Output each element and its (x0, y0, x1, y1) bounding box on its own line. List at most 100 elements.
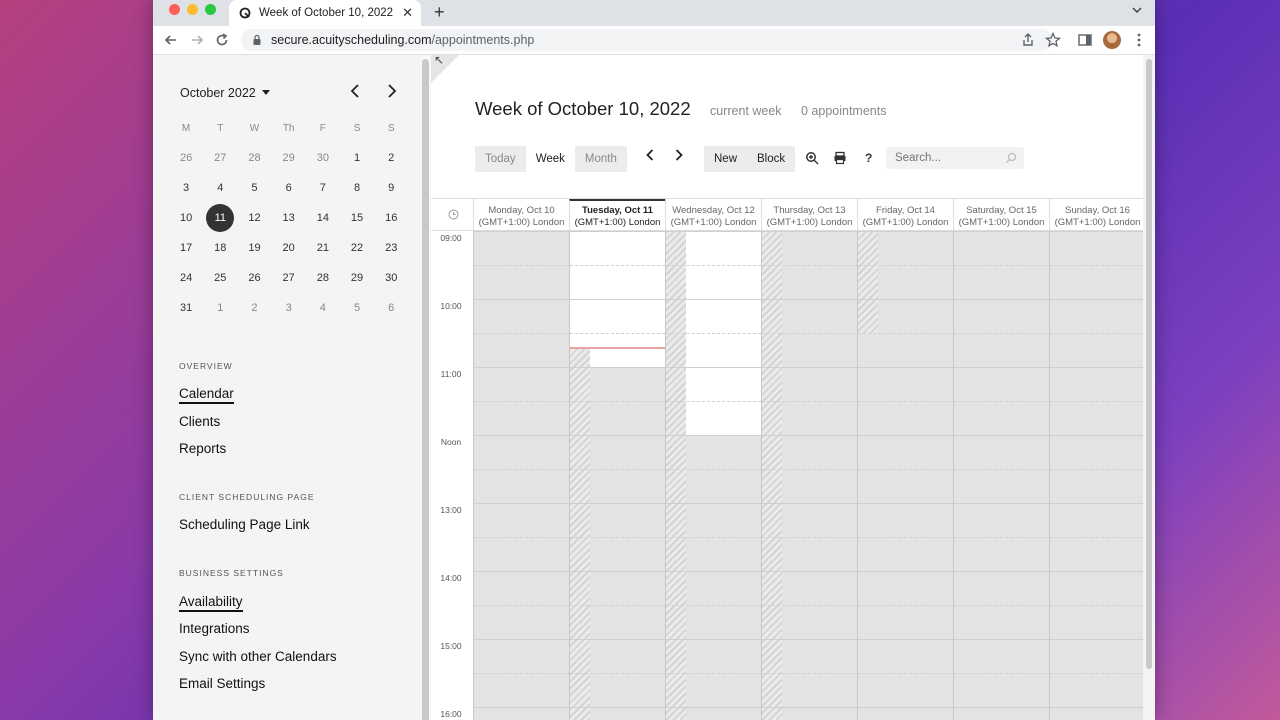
mini-calendar-day[interactable]: 2 (374, 152, 408, 164)
month-view-button[interactable]: Month (575, 146, 627, 172)
sidebar-scrollbar-thumb[interactable] (422, 59, 429, 720)
current-week-link[interactable]: current week (710, 104, 782, 118)
prev-week-icon[interactable] (645, 148, 655, 162)
mini-calendar-day[interactable]: 6 (374, 302, 408, 314)
help-button[interactable]: ? (865, 151, 872, 165)
nav-integrations[interactable]: Integrations (179, 621, 250, 636)
mini-calendar-day[interactable]: 7 (306, 182, 340, 194)
new-tab-icon[interactable]: + (434, 2, 445, 23)
day-column[interactable] (569, 231, 665, 720)
nav-calendar[interactable]: Calendar (179, 386, 234, 404)
mini-calendar-day[interactable]: 30 (374, 272, 408, 284)
day-column[interactable] (1049, 231, 1145, 720)
mini-calendar-day[interactable]: 26 (169, 152, 203, 164)
address-bar[interactable]: secure.acuityscheduling.com/appointments… (241, 29, 1053, 51)
mini-calendar-day[interactable]: 16 (374, 212, 408, 224)
mini-calendar-day[interactable]: 1 (340, 152, 374, 164)
next-week-icon[interactable] (674, 148, 684, 162)
search-input[interactable] (886, 147, 1024, 169)
sidebar-scrollbar[interactable] (421, 55, 431, 720)
prev-month-icon[interactable] (349, 83, 361, 99)
mini-calendar-day[interactable]: 27 (272, 272, 306, 284)
nav-reports[interactable]: Reports (179, 441, 226, 456)
mini-calendar-day[interactable]: 2 (237, 302, 271, 314)
day-header[interactable]: Tuesday, Oct 11 (GMT+1:00) London (569, 199, 665, 232)
mini-calendar-day[interactable]: 18 (203, 242, 237, 254)
print-icon[interactable] (833, 151, 847, 165)
mini-calendar-month-selector[interactable]: October 2022 (180, 86, 270, 100)
mini-calendar-day[interactable]: 19 (237, 242, 271, 254)
mini-calendar-day[interactable]: 17 (169, 242, 203, 254)
mini-calendar-day[interactable]: 10 (169, 212, 203, 224)
nav-sync-calendars[interactable]: Sync with other Calendars (179, 649, 337, 664)
mini-calendar-day[interactable]: 27 (203, 152, 237, 164)
mini-calendar-day[interactable]: 5 (237, 182, 271, 194)
new-button[interactable]: New (704, 146, 747, 172)
day-header[interactable]: Friday, Oct 14 (GMT+1:00) London (857, 199, 953, 232)
mini-calendar-day[interactable]: 24 (169, 272, 203, 284)
mini-calendar-day[interactable]: 12 (237, 212, 271, 224)
day-header[interactable]: Wednesday, Oct 12 (GMT+1:00) London (665, 199, 761, 232)
mini-calendar-day[interactable]: 8 (340, 182, 374, 194)
mini-calendar-day[interactable]: 23 (374, 242, 408, 254)
day-column[interactable] (953, 231, 1049, 720)
bookmark-star-icon[interactable] (1044, 31, 1062, 49)
mini-calendar-day[interactable]: 9 (374, 182, 408, 194)
next-month-icon[interactable] (386, 83, 398, 99)
nav-clients[interactable]: Clients (179, 414, 220, 429)
timezone-clock-icon[interactable] (448, 209, 459, 220)
mini-calendar-day[interactable]: 29 (340, 272, 374, 284)
day-column[interactable] (473, 231, 569, 720)
mini-calendar-day[interactable]: 25 (203, 272, 237, 284)
mini-calendar-today[interactable]: 11 (203, 204, 237, 232)
day-header[interactable]: Thursday, Oct 13 (GMT+1:00) London (761, 199, 857, 232)
maximize-window-icon[interactable] (205, 4, 216, 15)
mini-calendar-day[interactable]: 1 (203, 302, 237, 314)
day-header[interactable]: Saturday, Oct 15 (GMT+1:00) London (953, 199, 1049, 232)
profile-avatar[interactable] (1103, 31, 1121, 49)
day-column[interactable] (761, 231, 857, 720)
mini-calendar-day[interactable]: 20 (272, 242, 306, 254)
back-icon[interactable] (162, 31, 180, 49)
mini-calendar-day[interactable]: 21 (306, 242, 340, 254)
mini-calendar-day[interactable]: 15 (340, 212, 374, 224)
mini-calendar-day[interactable]: 5 (340, 302, 374, 314)
reload-icon[interactable] (213, 31, 231, 49)
week-view-button[interactable]: Week (525, 146, 575, 172)
share-icon[interactable] (1019, 31, 1037, 49)
forward-icon[interactable] (188, 31, 206, 49)
main-scrollbar[interactable] (1143, 55, 1155, 720)
zoom-icon[interactable] (805, 151, 819, 165)
kebab-menu-icon[interactable] (1130, 31, 1148, 49)
mini-calendar-day[interactable]: 30 (306, 152, 340, 164)
block-button[interactable]: Block (747, 146, 795, 172)
close-tab-icon[interactable]: ✕ (402, 5, 413, 21)
today-button[interactable]: Today (475, 146, 526, 172)
mini-calendar-day[interactable]: 28 (306, 272, 340, 284)
close-window-icon[interactable] (169, 4, 180, 15)
main-scrollbar-thumb[interactable] (1146, 59, 1152, 669)
browser-tab[interactable]: Week of October 10, 2022 ✕ (229, 0, 421, 26)
nav-email-settings[interactable]: Email Settings (179, 676, 265, 691)
mini-calendar-day[interactable]: 31 (169, 302, 203, 314)
mini-calendar-day[interactable]: 26 (237, 272, 271, 284)
mini-calendar-day[interactable]: 13 (272, 212, 306, 224)
mini-calendar-day[interactable]: 14 (306, 212, 340, 224)
tab-search-chevron-icon[interactable] (1131, 4, 1143, 16)
day-header[interactable]: Sunday, Oct 16 (GMT+1:00) London (1049, 199, 1145, 232)
nav-availability[interactable]: Availability (179, 594, 243, 612)
mini-calendar-day[interactable]: 4 (203, 182, 237, 194)
mini-calendar-day[interactable]: 29 (272, 152, 306, 164)
mini-calendar-day[interactable]: 3 (272, 302, 306, 314)
side-panel-icon[interactable] (1076, 31, 1094, 49)
mini-calendar-day[interactable]: 3 (169, 182, 203, 194)
mini-calendar-day[interactable]: 28 (237, 152, 271, 164)
minimize-window-icon[interactable] (187, 4, 198, 15)
collapse-arrow-icon[interactable]: ↖ (434, 53, 444, 67)
day-header[interactable]: Monday, Oct 10 (GMT+1:00) London (473, 199, 569, 232)
day-column[interactable] (857, 231, 953, 720)
mini-calendar-day[interactable]: 6 (272, 182, 306, 194)
mini-calendar-day[interactable]: 22 (340, 242, 374, 254)
nav-scheduling-page-link[interactable]: Scheduling Page Link (179, 517, 310, 532)
mini-calendar-day[interactable]: 4 (306, 302, 340, 314)
